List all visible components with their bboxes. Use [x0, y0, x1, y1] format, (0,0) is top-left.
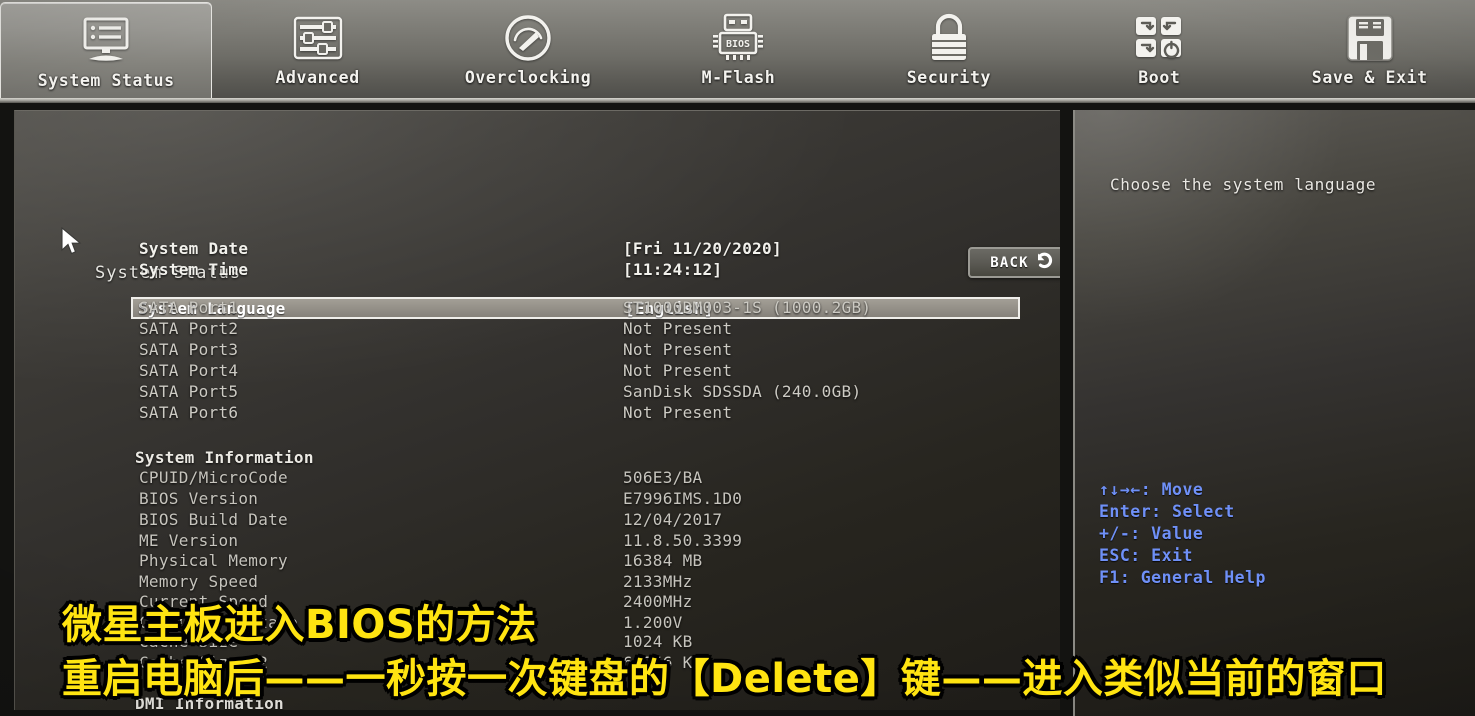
row-sata-port1[interactable]: SATA Port1 ST1000DM003-1S (1000.2GB)	[139, 298, 1019, 319]
row-cpu-core-voltage[interactable]: CPU Core Voltage 1.200V	[139, 613, 1019, 634]
help-key-0: ↑↓→←: Move	[1099, 480, 1204, 499]
row-value: 12/04/2017	[623, 510, 723, 529]
row-memory-speed[interactable]: Memory Speed 2133MHz	[139, 572, 1019, 593]
row-key: Cache Size L2	[139, 653, 269, 672]
nav-tab-security[interactable]: Security	[844, 0, 1054, 103]
mouse-cursor-icon	[61, 226, 83, 261]
row-cache-size[interactable]: Cache Size 1024 KB	[139, 632, 1019, 653]
nav-tab-list: System Status Advanced Overclocking BIOS	[0, 0, 1475, 105]
boot-grid-icon	[1119, 10, 1199, 66]
row-value: 1024 KB	[623, 632, 693, 651]
row-dmi-information: DMI Information	[135, 694, 1015, 710]
row-key: Physical Memory	[139, 551, 288, 570]
row-value: [11:24:12]	[623, 260, 723, 279]
row-sata-port2[interactable]: SATA Port2 Not Present	[139, 319, 1019, 340]
row-key: SATA Port3	[139, 340, 239, 359]
row-value: ST1000DM003-1S (1000.2GB)	[623, 298, 872, 317]
row-key: Cache Size	[139, 632, 239, 651]
row-current-speed[interactable]: Current Speed 2400MHz	[139, 592, 1019, 613]
row-value: 2133MHz	[623, 572, 693, 591]
gauge-icon	[488, 10, 568, 66]
sliders-icon	[278, 10, 358, 66]
row-key: CPUID/MicroCode	[139, 468, 288, 487]
nav-tab-advanced[interactable]: Advanced	[212, 0, 422, 103]
nav-tab-label: Advanced	[275, 68, 360, 87]
row-key: BIOS Version	[139, 489, 259, 508]
nav-tab-boot[interactable]: Boot	[1054, 0, 1264, 103]
padlock-icon	[909, 10, 989, 66]
row-key: Memory Speed	[139, 572, 259, 591]
back-arrow-icon	[1036, 252, 1056, 273]
nav-tab-label: System Status	[37, 71, 175, 90]
nav-tab-label: Security	[906, 68, 992, 87]
row-value: 16384 MB	[623, 551, 703, 570]
nav-tab-system-status[interactable]: System Status	[0, 2, 213, 105]
row-physical-memory[interactable]: Physical Memory 16384 MB	[139, 551, 1019, 572]
row-key: BIOS Build Date	[139, 510, 288, 529]
nav-tab-save-exit[interactable]: Save & Exit	[1265, 0, 1475, 103]
row-bios-build-date[interactable]: BIOS Build Date 12/04/2017	[139, 510, 1019, 531]
row-key: Current Speed	[139, 592, 269, 611]
help-panel: Choose the system language ↑↓→←: Move Ent…	[1073, 110, 1475, 716]
row-key: SATA Port1	[139, 298, 239, 317]
top-navigation-bar: System Status Advanced Overclocking BIOS	[0, 0, 1475, 105]
row-sata-port3[interactable]: SATA Port3 Not Present	[139, 340, 1019, 361]
help-key-4: F1: General Help	[1099, 568, 1266, 587]
row-value: Not Present	[623, 403, 733, 422]
row-key: System Information	[135, 448, 314, 467]
help-key-3: ESC: Exit	[1099, 546, 1193, 565]
row-value: Not Present	[623, 361, 733, 380]
row-value: Not Present	[623, 340, 733, 359]
help-description: Choose the system language	[1110, 175, 1377, 194]
row-key: SATA Port4	[139, 361, 239, 380]
row-system-information: System Information	[135, 448, 1015, 469]
row-bios-version[interactable]: BIOS Version E7996IMS.1D0	[139, 489, 1019, 510]
floppy-disk-icon	[1330, 10, 1410, 66]
svg-text:BIOS: BIOS	[726, 39, 750, 50]
row-system-date[interactable]: System Date [Fri 11/20/2020]	[139, 239, 1019, 260]
nav-tab-label: Overclocking	[464, 68, 592, 87]
nav-tab-label: M-Flash	[701, 68, 776, 87]
nav-tab-overclocking[interactable]: Overclocking	[423, 0, 633, 103]
row-key: System Date	[139, 239, 249, 258]
row-value: 2400MHz	[623, 592, 693, 611]
row-key: CPU Core Voltage	[139, 613, 298, 632]
row-cpuid-microcode[interactable]: CPUID/MicroCode 506E3/BA	[139, 468, 1019, 489]
row-system-time[interactable]: System Time [11:24:12]	[139, 260, 1019, 281]
row-value: Not Present	[623, 319, 733, 338]
row-key: SATA Port2	[139, 319, 239, 338]
nav-tab-label: Boot	[1138, 68, 1181, 87]
bios-screen: System Status Advanced Overclocking BIOS	[0, 0, 1475, 716]
row-key: SATA Port5	[139, 382, 239, 401]
row-value: [Fri 11/20/2020]	[623, 239, 782, 258]
row-value: 1.200V	[623, 613, 683, 632]
row-sata-port5[interactable]: SATA Port5 SanDisk SDSSDA (240.0GB)	[139, 382, 1019, 403]
bios-body: System Status BACK System Language [Engl…	[0, 103, 1475, 716]
row-key: System Time	[139, 260, 249, 279]
row-key: SATA Port6	[139, 403, 239, 422]
monitor-list-icon	[66, 13, 146, 69]
row-value: 6x256 KB	[623, 653, 703, 672]
row-key: ME Version	[139, 531, 239, 550]
row-value: 11.8.50.3399	[623, 531, 743, 550]
help-key-2: +/-: Value	[1099, 524, 1204, 543]
row-sata-port4[interactable]: SATA Port4 Not Present	[139, 361, 1019, 382]
row-key: DMI Information	[135, 694, 284, 710]
nav-tab-label: Save & Exit	[1311, 68, 1428, 87]
nav-tab-m-flash[interactable]: BIOS M-Flash	[633, 0, 843, 103]
row-value: 506E3/BA	[623, 468, 703, 487]
help-key-1: Enter: Select	[1099, 502, 1235, 521]
row-me-version[interactable]: ME Version 11.8.50.3399	[139, 531, 1019, 552]
row-value: E7996IMS.1D0	[623, 489, 743, 508]
main-settings-panel: System Status BACK System Language [Engl…	[14, 110, 1060, 710]
help-key-legend: ↑↓→←: Move Enter: Select +/-: Value ESC: Ex…	[1099, 480, 1266, 590]
row-sata-port6[interactable]: SATA Port6 Not Present	[139, 403, 1019, 424]
row-value: SanDisk SDSSDA (240.0GB)	[623, 382, 862, 401]
row-cache-size-l2[interactable]: Cache Size L2 6x256 KB	[139, 653, 1019, 674]
bios-chip-icon: BIOS	[698, 10, 778, 66]
